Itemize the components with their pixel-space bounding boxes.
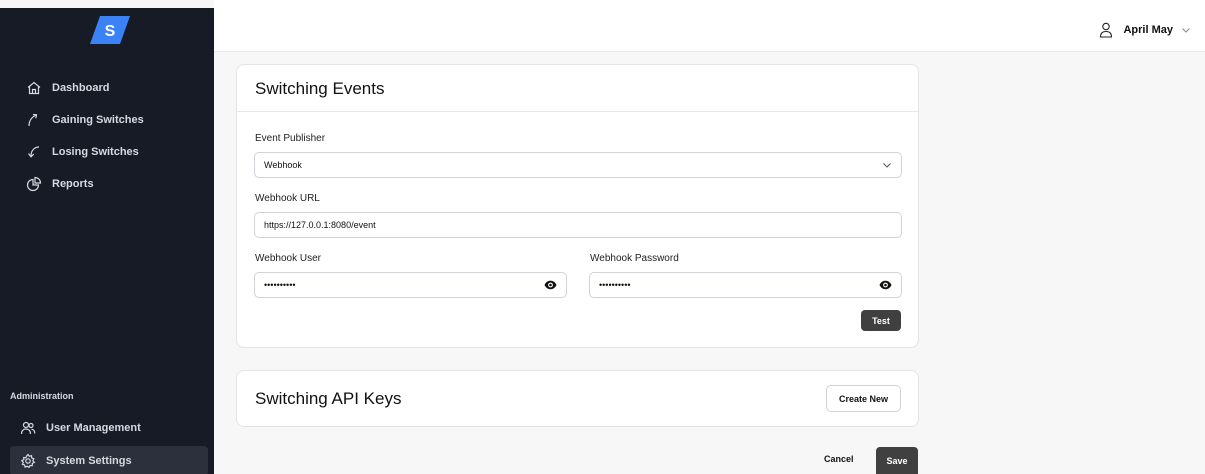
chevron-down-icon <box>883 163 891 168</box>
eye-icon[interactable] <box>544 280 557 290</box>
sidebar-item-dashboard[interactable]: Dashboard <box>0 72 214 104</box>
sidebar-item-label: Reports <box>52 178 94 190</box>
sidebar-item-gaining-switches[interactable]: Gaining Switches <box>0 104 214 136</box>
card-title: Switching API Keys <box>255 389 402 408</box>
test-button[interactable]: Test <box>861 310 901 331</box>
sidebar-item-label: System Settings <box>46 455 132 467</box>
sidebar-item-reports[interactable]: Reports <box>0 168 214 200</box>
user-menu[interactable]: April May <box>1099 22 1191 38</box>
top-bar: April May <box>214 0 1205 52</box>
webhook-password-value: •••••••••• <box>599 280 631 290</box>
switching-api-keys-card: Switching API Keys Create New <box>236 370 919 427</box>
home-icon <box>26 80 42 96</box>
switching-events-card: Switching Events Event Publisher Webhook… <box>236 64 919 348</box>
event-publisher-select[interactable]: Webhook <box>254 152 902 178</box>
user-icon <box>1100 22 1113 38</box>
card-title: Switching Events <box>237 65 918 112</box>
gear-icon <box>20 453 36 469</box>
sidebar-item-label: Gaining Switches <box>52 114 144 126</box>
webhook-password-input[interactable]: •••••••••• <box>589 272 902 298</box>
webhook-user-label: Webhook User <box>255 253 321 264</box>
sidebar-item-system-settings[interactable]: System Settings <box>10 446 208 474</box>
pie-chart-icon <box>26 176 42 192</box>
sidebar-item-losing-switches[interactable]: Losing Switches <box>0 136 214 168</box>
admin-section-label: Administration <box>10 391 74 401</box>
sidebar: S Dashboard Gaining Switches Losing Swit… <box>0 8 214 474</box>
app-logo[interactable]: S <box>90 16 130 44</box>
admin-nav: User Management System Settings <box>0 412 214 474</box>
webhook-url-input[interactable]: https://127.0.0.1:8080/event <box>254 212 902 238</box>
users-icon <box>20 420 36 436</box>
webhook-user-value: •••••••••• <box>264 280 296 290</box>
sidebar-item-label: Losing Switches <box>52 146 139 158</box>
event-publisher-label: Event Publisher <box>255 133 326 144</box>
main-nav: Dashboard Gaining Switches Losing Switch… <box>0 72 214 200</box>
eye-icon[interactable] <box>879 280 892 290</box>
cancel-button[interactable]: Cancel <box>824 454 854 464</box>
chevron-down-icon <box>1182 28 1190 33</box>
arrow-up-curve-icon <box>26 112 42 128</box>
event-publisher-value: Webhook <box>264 160 302 170</box>
webhook-url-value: https://127.0.0.1:8080/event <box>264 220 376 230</box>
webhook-password-label: Webhook Password <box>590 253 679 264</box>
create-new-button[interactable]: Create New <box>826 385 901 412</box>
sidebar-item-label: User Management <box>46 422 141 434</box>
svg-text:S: S <box>105 23 116 40</box>
arrow-down-curve-icon <box>26 144 42 160</box>
webhook-url-label: Webhook URL <box>255 193 320 204</box>
webhook-user-input[interactable]: •••••••••• <box>254 272 567 298</box>
save-button[interactable]: Save <box>876 447 918 474</box>
sidebar-item-label: Dashboard <box>52 82 110 94</box>
sidebar-item-user-management[interactable]: User Management <box>0 412 214 444</box>
user-name: April May <box>1123 24 1173 36</box>
